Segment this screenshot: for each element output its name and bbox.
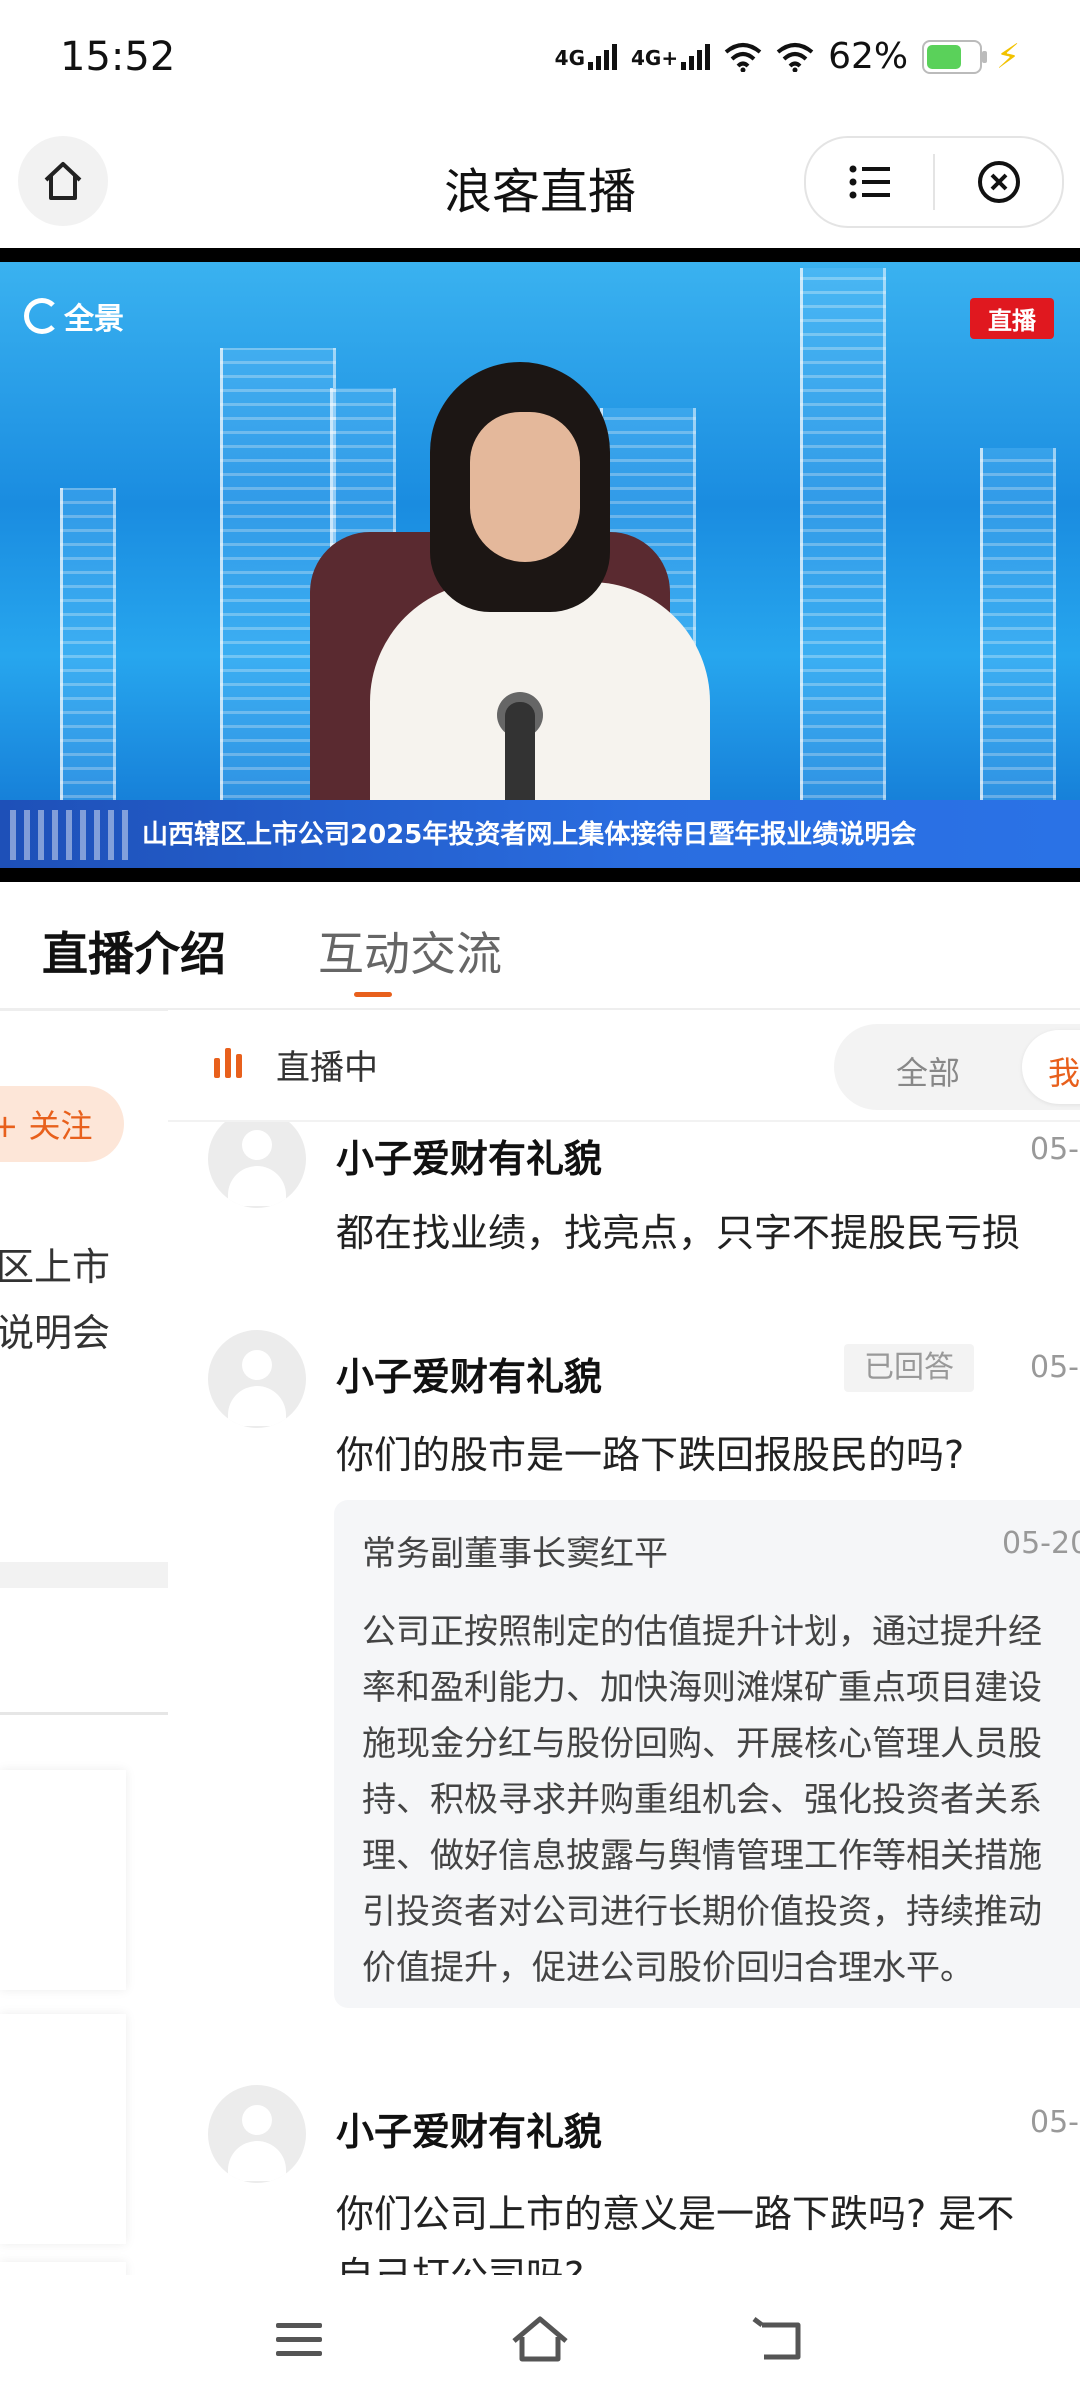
banner-text: 山西辖区上市公司2025年投资者网上集体接待日暨年报业绩说明会 [142, 820, 917, 850]
reply-text-line: 引投资者对公司进行长期价值投资，持续推动 [362, 1892, 1042, 1932]
message-text: 你们公司上市的意义是一路下跌吗? 是不 [336, 2192, 1015, 2236]
network-type-label-2: 4G+ [631, 45, 679, 70]
message-date: 05- [1030, 1132, 1079, 1167]
intro-panel: + 关注 区上市 说明会 [0, 1010, 168, 2275]
reply-author: 常务副董事长窦红平 [362, 1534, 668, 1574]
wifi-icon-2 [776, 42, 814, 72]
message-username: 小子爱财有礼貌 [336, 1355, 603, 1399]
live-video-player[interactable]: 全景 直播 山西辖区上市公司2025年投资者网上集体接待日暨年报业绩说明会 [0, 248, 1080, 882]
interaction-panel: 直播中 全部 我 小子爱财有礼貌 05- 都在找业绩，找亮点，只字不提股民亏损 … [168, 1010, 1080, 2275]
status-icons: 4G 4G+ 62% ⚡ [555, 36, 1020, 77]
message-text-line2: 自己打公司吗? [336, 2245, 584, 2275]
active-tab-indicator [354, 992, 392, 997]
quanjing-logo: 全景 [24, 294, 124, 338]
reply-text-line: 率和盈利能力、加快海则滩煤矿重点项目建设 [362, 1668, 1042, 1708]
battery-icon [922, 39, 988, 74]
list-menu-icon [849, 165, 890, 199]
reply-text-line: 理、做好信息披露与舆情管理工作等相关措施 [362, 1836, 1042, 1876]
tab-chat[interactable]: 互动交流 [318, 918, 502, 984]
chat-message: 小子爱财有礼貌 05- 你们公司上市的意义是一路下跌吗? 是不 自己打公司吗? [168, 2085, 1080, 2275]
reply-text-line: 价值提升，促进公司股价回归合理水平。 [362, 1948, 974, 1988]
chat-message: 小子爱财有礼貌 已回答 05- 你们的股市是一路下跌回报股民的吗? 常务副董事长… [168, 1330, 1080, 2030]
mini-program-capsule [804, 136, 1064, 228]
intro-text-line1: 区上市 [0, 1245, 111, 1289]
wifi-icon [724, 42, 762, 72]
chat-message: 小子爱财有礼貌 05- 都在找业绩，找亮点，只字不提股民亏损 [168, 1110, 1080, 1278]
filter-mine[interactable]: 我 [1022, 1030, 1080, 1104]
home-icon[interactable] [510, 2311, 570, 2367]
intro-card[interactable] [0, 2014, 126, 2244]
message-filter: 全部 我 [834, 1024, 1080, 1110]
live-bars-icon [214, 1046, 242, 1078]
menu-button[interactable] [806, 138, 933, 226]
video-banner: 山西辖区上市公司2025年投资者网上集体接待日暨年报业绩说明会 [0, 800, 1080, 868]
reply-text-line: 持、积极寻求并购重组机会、强化投资者关系 [362, 1780, 1042, 1820]
reply-date: 05-20 [1002, 1526, 1080, 1561]
user-avatar [208, 1330, 306, 1428]
live-badge: 直播 [970, 298, 1054, 339]
live-status-row: 直播中 全部 我 [168, 1010, 1080, 1122]
message-text: 你们的股市是一路下跌回报股民的吗? [336, 1433, 965, 1477]
close-circle-icon [977, 161, 1020, 203]
charging-icon: ⚡ [996, 36, 1020, 77]
system-nav-bar [0, 2275, 1080, 2400]
answered-badge: 已回答 [844, 1344, 974, 1392]
user-avatar [208, 1110, 306, 1208]
network-type-label: 4G [554, 45, 586, 70]
live-status: 直播中 [276, 1048, 378, 1088]
message-text: 都在找业绩，找亮点，只字不提股民亏损 [336, 1211, 1021, 1255]
intro-text-line2: 说明会 [0, 1311, 111, 1355]
message-username: 小子爱财有礼貌 [336, 1137, 603, 1181]
message-date: 05- [1030, 2105, 1079, 2140]
follow-button[interactable]: + 关注 [0, 1086, 124, 1162]
content-tabs: 直播介绍 互动交流 [0, 882, 1080, 1011]
user-avatar [208, 2085, 306, 2183]
reply-text-line: 公司正按照制定的估值提升计划，通过提升经 [362, 1612, 1042, 1652]
official-reply: 常务副董事长窦红平 05-20 公司正按照制定的估值提升计划，通过提升经 率和盈… [334, 1500, 1080, 2008]
close-button[interactable] [935, 138, 1062, 226]
intro-card[interactable] [0, 1770, 126, 1990]
status-bar: 15:52 4G 4G+ 62% ⚡ [0, 0, 1080, 120]
menu-icon[interactable] [270, 2311, 330, 2367]
battery-percent: 62% [828, 36, 909, 77]
status-time: 15:52 [60, 34, 176, 80]
filter-all[interactable]: 全部 [896, 1048, 960, 1094]
signal-icon: 4G [554, 43, 618, 70]
app-header: 浪客直播 [0, 120, 1080, 246]
tab-intro[interactable]: 直播介绍 [42, 918, 226, 984]
intro-card[interactable] [0, 2262, 126, 2275]
message-username: 小子爱财有礼貌 [336, 2110, 603, 2154]
signal-icon-2: 4G+ [631, 43, 711, 70]
reply-text-line: 施现金分红与股份回购、开展核心管理人员股 [362, 1724, 1042, 1764]
message-date: 05- [1030, 1350, 1079, 1385]
back-icon[interactable] [750, 2311, 810, 2367]
